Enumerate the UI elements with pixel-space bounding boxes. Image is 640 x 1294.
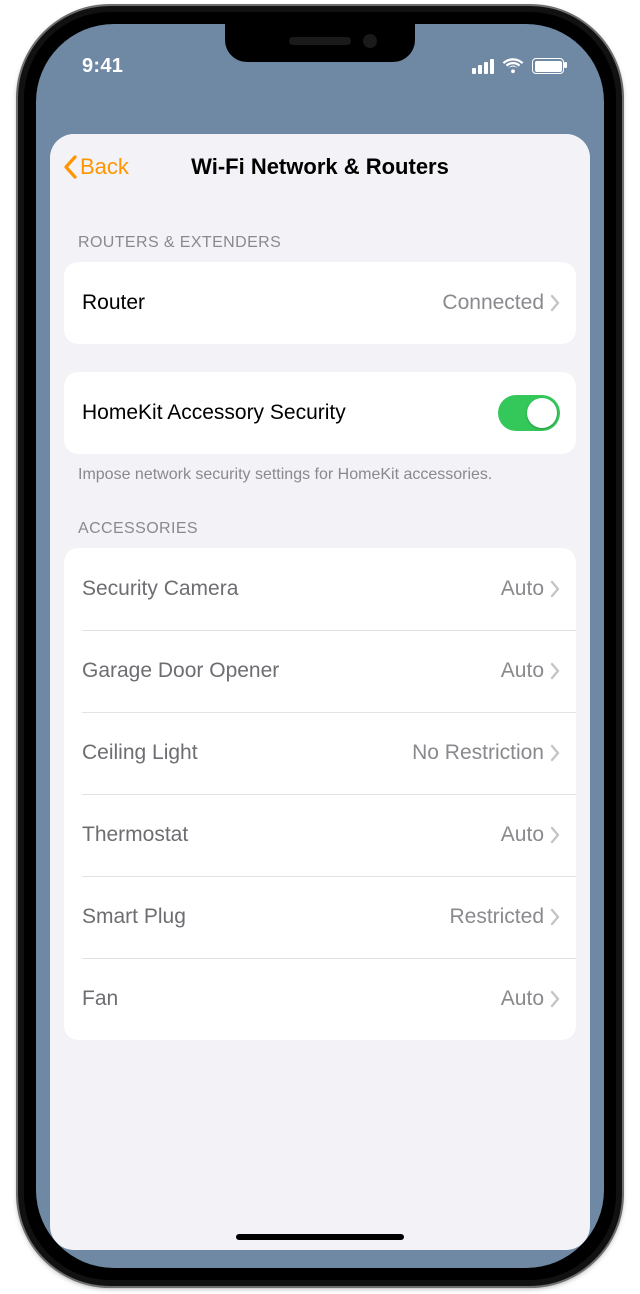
row-value: Auto xyxy=(501,577,544,601)
section-footer-security: Impose network security settings for Hom… xyxy=(78,464,562,486)
chevron-right-icon xyxy=(550,826,560,844)
screen: 9:41 Back Wi-Fi Network & Router xyxy=(36,24,604,1268)
chevron-right-icon xyxy=(550,662,560,680)
accessories-card: Security CameraAutoGarage Door OpenerAut… xyxy=(64,548,576,1040)
cellular-icon xyxy=(472,59,494,74)
status-time: 9:41 xyxy=(82,55,123,78)
row-label: Garage Door Opener xyxy=(82,659,501,683)
homekit-security-row: HomeKit Accessory Security xyxy=(64,372,576,454)
row-label: Ceiling Light xyxy=(82,741,412,765)
chevron-left-icon xyxy=(62,155,78,179)
homekit-security-toggle[interactable] xyxy=(498,395,560,431)
app-surface: Back Wi-Fi Network & Routers ROUTERS & E… xyxy=(50,134,590,1250)
back-button[interactable]: Back xyxy=(56,134,135,200)
chevron-right-icon xyxy=(550,294,560,312)
row-label: Security Camera xyxy=(82,577,501,601)
router-row[interactable]: Router Connected xyxy=(64,262,576,344)
row-label: Thermostat xyxy=(82,823,501,847)
security-card: HomeKit Accessory Security xyxy=(64,372,576,454)
row-value: No Restriction xyxy=(412,741,544,765)
accessory-row[interactable]: Security CameraAuto xyxy=(64,548,576,630)
accessory-row[interactable]: FanAuto xyxy=(64,958,576,1040)
chevron-right-icon xyxy=(550,908,560,926)
home-indicator xyxy=(236,1234,404,1240)
chevron-right-icon xyxy=(550,744,560,762)
page-title: Wi-Fi Network & Routers xyxy=(191,154,449,180)
notch xyxy=(225,24,415,62)
row-value: Auto xyxy=(501,823,544,847)
section-header-accessories: ACCESSORIES xyxy=(78,520,562,538)
chevron-right-icon xyxy=(550,580,560,598)
back-label: Back xyxy=(80,154,129,180)
accessory-row[interactable]: Ceiling LightNo Restriction xyxy=(64,712,576,794)
row-label: HomeKit Accessory Security xyxy=(82,401,498,425)
row-value: Connected xyxy=(442,291,544,315)
row-value: Auto xyxy=(501,987,544,1011)
row-label: Router xyxy=(82,291,442,315)
phone-frame: 9:41 Back Wi-Fi Network & Router xyxy=(18,6,622,1286)
row-value: Auto xyxy=(501,659,544,683)
accessory-row[interactable]: ThermostatAuto xyxy=(64,794,576,876)
nav-bar: Back Wi-Fi Network & Routers xyxy=(50,134,590,200)
battery-icon xyxy=(532,58,564,74)
wifi-icon xyxy=(502,58,524,74)
chevron-right-icon xyxy=(550,990,560,1008)
routers-card: Router Connected xyxy=(64,262,576,344)
row-value: Restricted xyxy=(449,905,544,929)
row-label: Smart Plug xyxy=(82,905,449,929)
section-header-routers: ROUTERS & EXTENDERS xyxy=(78,234,562,252)
accessory-row[interactable]: Garage Door OpenerAuto xyxy=(64,630,576,712)
row-label: Fan xyxy=(82,987,501,1011)
accessory-row[interactable]: Smart PlugRestricted xyxy=(64,876,576,958)
